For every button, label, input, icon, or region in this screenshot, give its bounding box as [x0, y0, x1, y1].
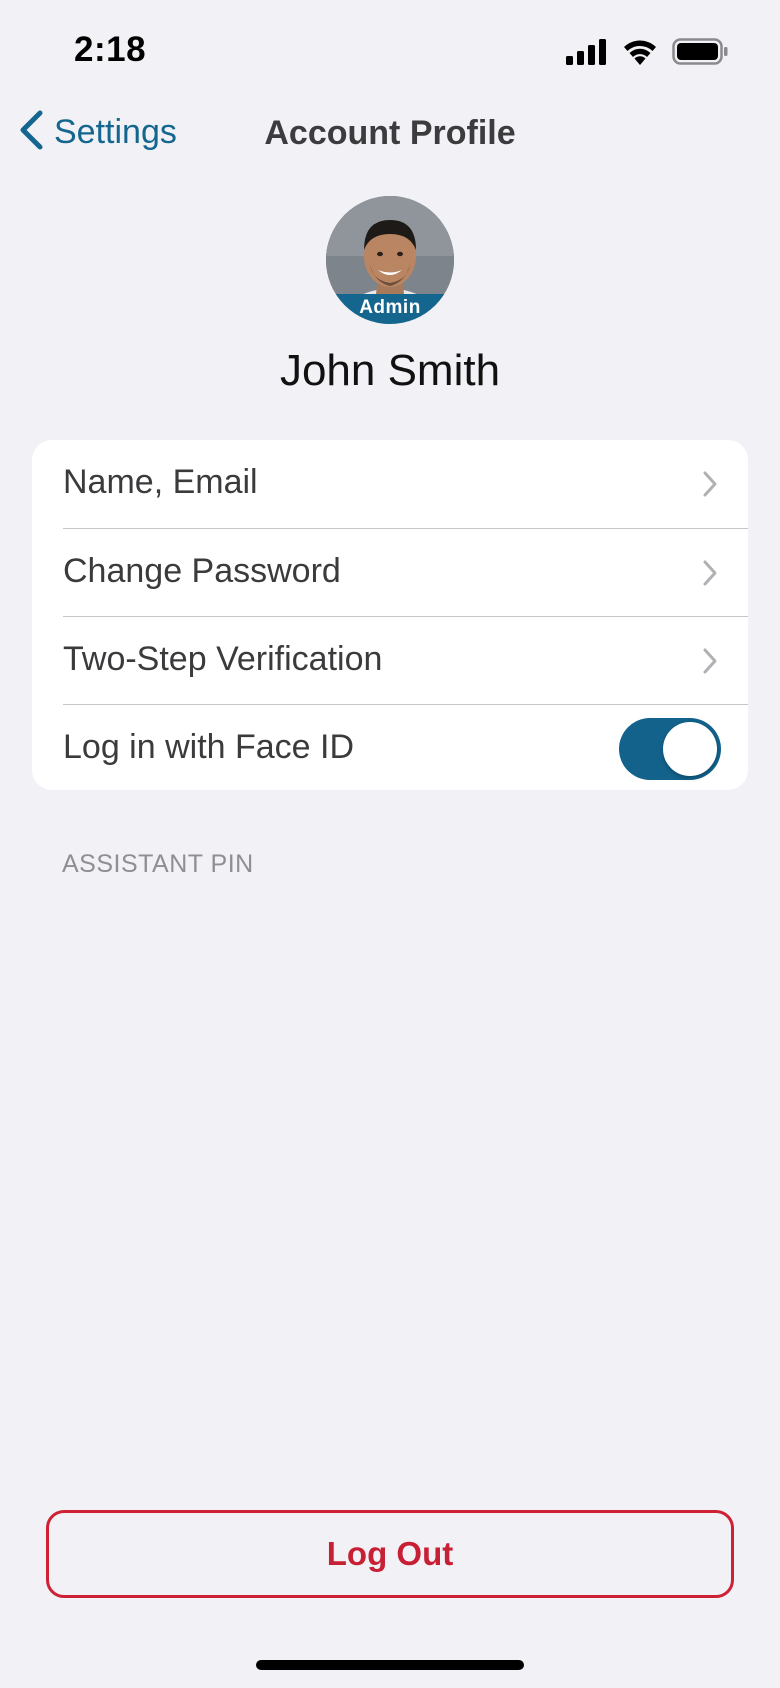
log-out-button[interactable]: Log Out: [46, 1510, 734, 1598]
account-settings-list: Name, Email Change Password Two-Step Ver…: [32, 440, 748, 790]
chevron-right-icon: [702, 559, 718, 592]
home-indicator: [256, 1660, 524, 1670]
chevron-right-icon: [702, 647, 718, 680]
assistant-pin-section-header: ASSISTANT PIN: [62, 850, 254, 878]
face-id-label: Log in with Face ID: [63, 728, 355, 766]
avatar[interactable]: Admin: [326, 196, 454, 324]
status-bar: 2:18: [0, 0, 780, 100]
toggle-knob: [663, 722, 717, 776]
face-id-toggle[interactable]: [619, 718, 721, 780]
cellular-signal-icon: [566, 38, 608, 70]
name-email-row[interactable]: Name, Email: [32, 440, 748, 528]
page-title: Account Profile: [264, 114, 516, 152]
role-badge: Admin: [326, 294, 454, 324]
name-email-label: Name, Email: [63, 463, 258, 501]
two-step-verification-row[interactable]: Two-Step Verification: [32, 617, 748, 705]
chevron-right-icon: [702, 470, 718, 503]
navigation-bar: Settings Account Profile: [0, 100, 780, 166]
two-step-verification-label: Two-Step Verification: [63, 640, 383, 678]
battery-icon: [672, 38, 728, 70]
profile-name: John Smith: [279, 346, 501, 395]
change-password-label: Change Password: [63, 552, 341, 590]
wifi-icon: [622, 38, 658, 70]
change-password-row[interactable]: Change Password: [32, 529, 748, 617]
status-time: 2:18: [74, 30, 147, 69]
status-icons: [566, 38, 728, 70]
